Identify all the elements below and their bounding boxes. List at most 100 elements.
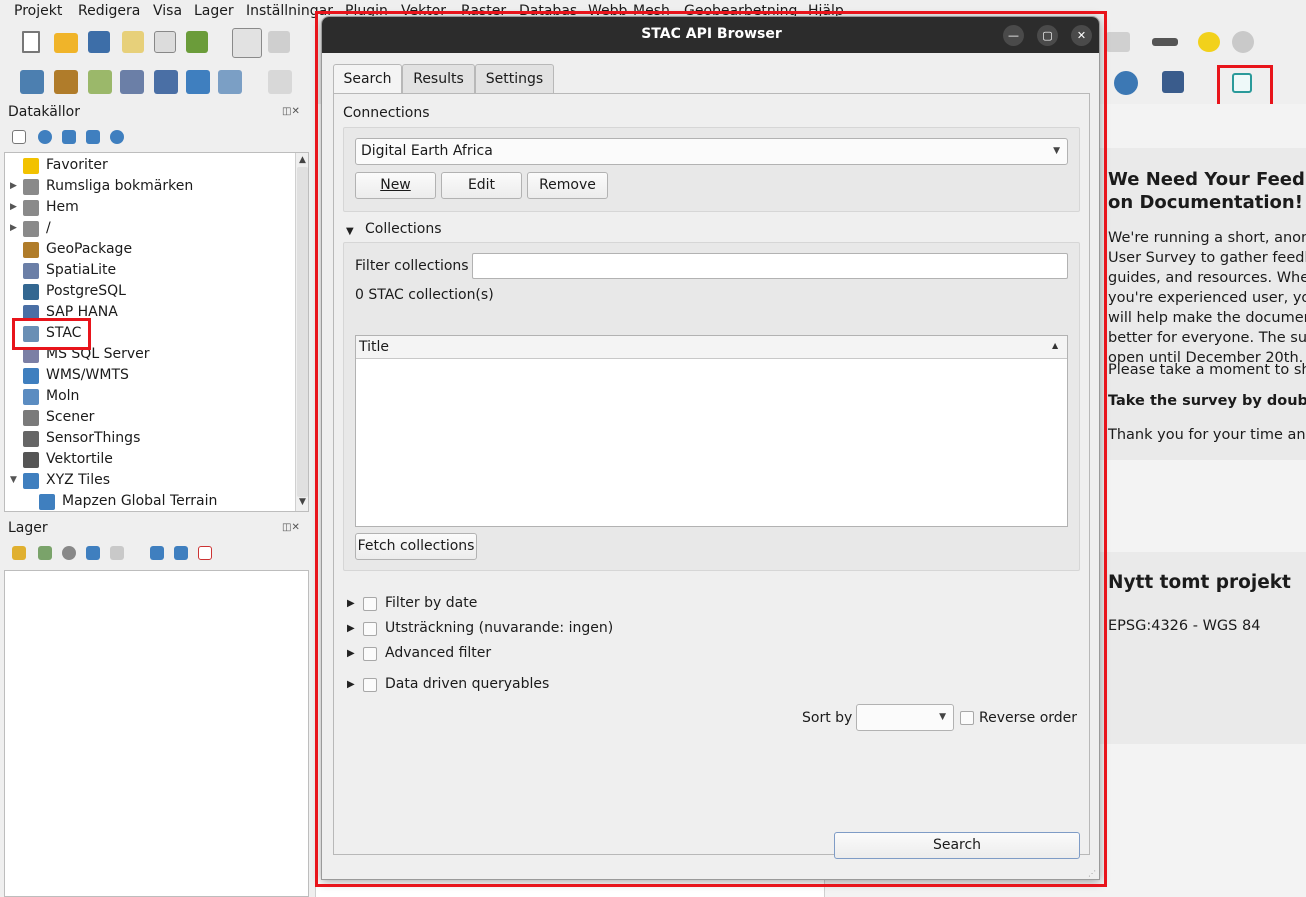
close-icon[interactable]: ✕ — [1071, 25, 1092, 46]
data-driven-expand-icon[interactable]: ▶ — [347, 679, 355, 690]
maximize-icon[interactable]: ▢ — [1037, 25, 1058, 46]
filter-by-date-checkbox[interactable] — [363, 597, 377, 611]
browser-item-scener[interactable]: Scener — [5, 408, 295, 429]
map-tips-icon[interactable] — [1198, 32, 1220, 52]
save-project-icon[interactable] — [88, 31, 110, 53]
filter-browser-icon[interactable] — [62, 130, 76, 144]
style-manager-icon[interactable] — [186, 31, 208, 53]
scrollbar-thumb[interactable] — [297, 167, 308, 497]
help-icon[interactable] — [1162, 71, 1184, 93]
minimize-icon[interactable]: — — [1003, 25, 1024, 46]
collapse-all-layers-icon[interactable] — [174, 546, 188, 560]
collapse-arrow-icon[interactable]: ▼ — [10, 475, 18, 485]
tab-results[interactable]: Results — [402, 64, 475, 94]
menu-visa[interactable]: Visa — [153, 3, 182, 19]
connection-select[interactable]: Digital Earth Africa ▼ — [355, 138, 1068, 165]
browser-item-hem[interactable]: ▶ Hem — [5, 198, 295, 219]
browser-item-ms-sql-server[interactable]: MS SQL Server — [5, 345, 295, 366]
browser-item-spatialite[interactable]: SpatiaLite — [5, 261, 295, 282]
pan-to-selection-icon[interactable] — [268, 31, 290, 53]
collections-label[interactable]: Collections — [365, 221, 442, 237]
news-feed[interactable]: We Need Your Feedback on Documentation! … — [1100, 148, 1306, 460]
measure-icon[interactable] — [1152, 38, 1178, 46]
data-driven-checkbox[interactable] — [363, 678, 377, 692]
manage-visibility-icon[interactable] — [62, 546, 76, 560]
browser-item-sap-hana[interactable]: SAP HANA — [5, 303, 295, 324]
remove-layer-icon[interactable] — [198, 546, 212, 560]
filter-by-date-expand-icon[interactable]: ▶ — [347, 598, 355, 609]
new-print-layout-icon[interactable] — [122, 31, 144, 53]
browser-item-mapzen-global-terrain[interactable]: Mapzen Global Terrain — [5, 492, 295, 511]
menu-lager[interactable]: Lager — [194, 3, 234, 19]
python-console-icon[interactable] — [1114, 71, 1138, 95]
style-layer-icon[interactable] — [12, 546, 26, 560]
add-virtual-layer-icon[interactable] — [218, 70, 242, 94]
advanced-filter-checkbox[interactable] — [363, 647, 377, 661]
search-button[interactable]: Search — [834, 832, 1080, 859]
browser-item-vektortile[interactable]: Vektortile — [5, 450, 295, 471]
expand-arrow-icon[interactable]: ▶ — [10, 181, 18, 191]
sort-by-select[interactable]: ▼ — [856, 704, 954, 731]
new-connection-button[interactable]: New — [355, 172, 436, 199]
digitize-icon[interactable] — [268, 70, 292, 94]
reverse-order-checkbox[interactable] — [960, 711, 974, 725]
browser-item-wms-wmts[interactable]: WMS/WMTS — [5, 366, 295, 387]
layers-list[interactable] — [4, 570, 309, 897]
add-spatialite-icon[interactable] — [120, 70, 144, 94]
resize-grip-icon[interactable]: ⋰ — [1088, 869, 1096, 878]
expand-arrow-icon[interactable]: ▶ — [10, 202, 18, 212]
add-vector-layer-icon[interactable] — [20, 70, 44, 94]
panel-float-close-icon[interactable]: ◫✕ — [282, 106, 308, 118]
layers-panel-float-close-icon[interactable]: ◫✕ — [282, 522, 308, 534]
new-project-icon[interactable] — [22, 31, 40, 53]
filter-expression-icon[interactable] — [110, 546, 124, 560]
pan-map-icon[interactable] — [232, 28, 262, 58]
table-header[interactable]: Title ▲ — [356, 336, 1067, 359]
add-mssql-icon[interactable] — [154, 70, 178, 94]
extent-checkbox[interactable] — [363, 622, 377, 636]
dialog-titlebar[interactable]: STAC API Browser — ▢ ✕ — [322, 17, 1099, 53]
survey-link[interactable]: Take the survey by double-clicking here. — [1108, 393, 1306, 409]
expand-arrow-icon[interactable]: ▶ — [10, 223, 18, 233]
browser-item-geopackage[interactable]: GeoPackage — [5, 240, 295, 261]
remove-connection-button[interactable]: Remove — [527, 172, 608, 199]
browser-item-sensorthings[interactable]: SensorThings — [5, 429, 295, 450]
tab-search[interactable]: Search — [333, 64, 402, 95]
layout-manager-icon[interactable] — [154, 31, 176, 53]
attribute-table-icon[interactable] — [1106, 32, 1130, 52]
menu-redigera[interactable]: Redigera — [78, 3, 140, 19]
processing-icon[interactable] — [1232, 31, 1254, 53]
add-group-icon[interactable] — [38, 546, 52, 560]
browser-item-[interactable]: ▶ / — [5, 219, 295, 240]
add-selected-layers-icon[interactable] — [12, 130, 26, 144]
browser-item-favoriter[interactable]: Favoriter — [5, 156, 295, 177]
expand-all-icon[interactable] — [150, 546, 164, 560]
browser-item-rumsliga-bokm-rken[interactable]: ▶ Rumsliga bokmärken — [5, 177, 295, 198]
menu-projekt[interactable]: Projekt — [14, 3, 62, 19]
fetch-collections-button[interactable]: Fetch collections — [355, 533, 477, 560]
browser-scrollbar[interactable]: ▲ ▼ — [295, 153, 308, 511]
collections-table[interactable]: Title ▲ — [355, 335, 1068, 527]
edit-connection-button[interactable]: Edit — [441, 172, 522, 199]
extent-expand-icon[interactable]: ▶ — [347, 623, 355, 634]
add-wms-icon[interactable] — [186, 70, 210, 94]
project-info[interactable]: Nytt tomt projekt EPSG:4326 - WGS 84 — [1100, 552, 1306, 744]
collapse-all-icon[interactable] — [86, 130, 100, 144]
add-geopackage-icon[interactable] — [54, 70, 78, 94]
info-icon[interactable] — [110, 130, 124, 144]
filter-collections-input[interactable] — [472, 253, 1068, 279]
refresh-icon[interactable] — [38, 130, 52, 144]
tab-settings[interactable]: Settings — [475, 64, 554, 94]
stac-api-browser-icon[interactable] — [1232, 73, 1252, 93]
browser-item-postgresql[interactable]: PostgreSQL — [5, 282, 295, 303]
browser-item-stac[interactable]: STAC — [5, 324, 295, 345]
scroll-down-icon[interactable]: ▼ — [299, 497, 306, 507]
browser-item-moln[interactable]: Moln — [5, 387, 295, 408]
advanced-filter-expand-icon[interactable]: ▶ — [347, 648, 355, 659]
browser-item-xyz-tiles[interactable]: ▼ XYZ Tiles — [5, 471, 295, 492]
scroll-up-icon[interactable]: ▲ — [299, 155, 306, 165]
filter-legend-icon[interactable] — [86, 546, 100, 560]
collections-collapse-icon[interactable]: ▼ — [346, 226, 354, 237]
open-project-icon[interactable] — [54, 33, 78, 53]
menu-installningar[interactable]: Inställningar — [246, 3, 333, 19]
